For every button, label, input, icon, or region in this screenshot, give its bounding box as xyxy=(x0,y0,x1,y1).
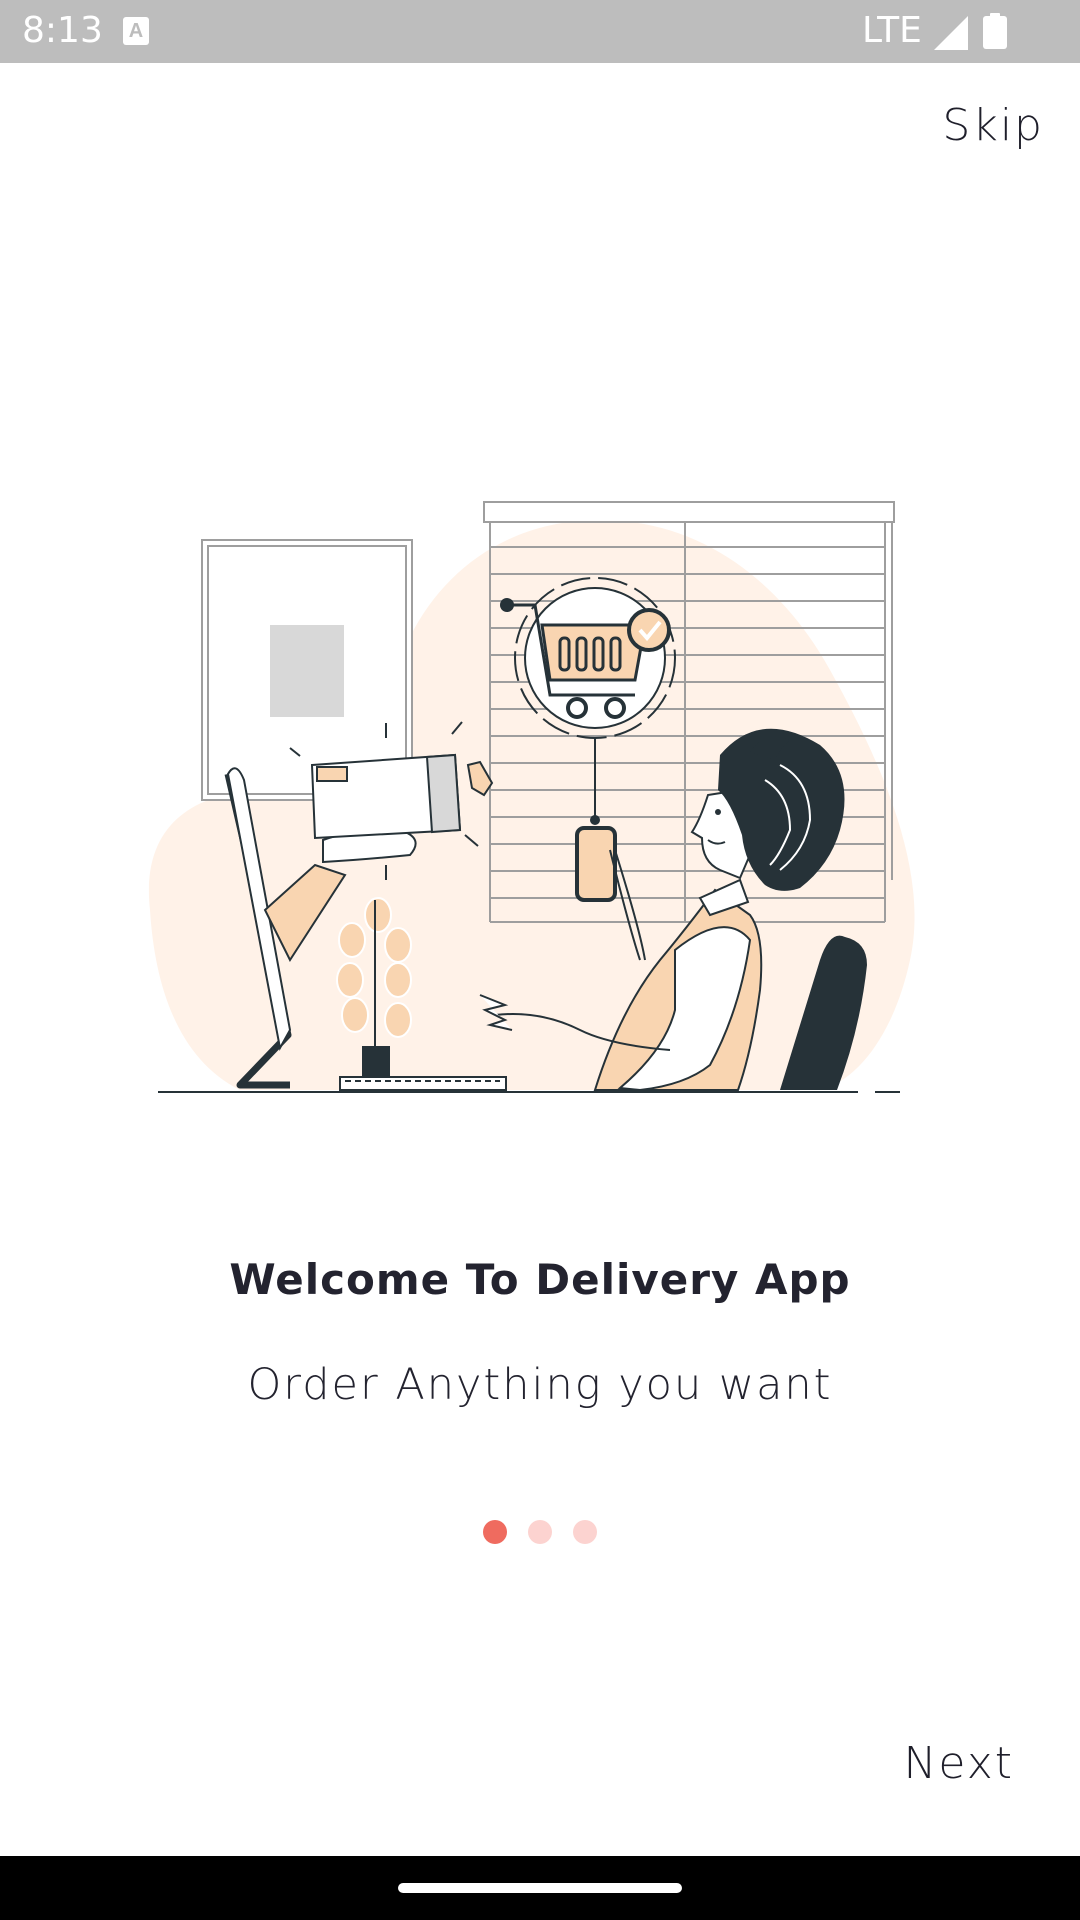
welcome-title: Welcome To Delivery App xyxy=(229,1255,851,1304)
welcome-subtitle: Order Anything you want xyxy=(247,1360,833,1410)
skip-button[interactable]: Skip xyxy=(942,100,1044,151)
status-time: 8:13 xyxy=(22,10,103,51)
status-bar: 8:13 A LTE xyxy=(0,0,1080,63)
page-dot-1[interactable] xyxy=(483,1520,507,1544)
battery-icon xyxy=(983,13,1007,49)
signal-icon xyxy=(934,16,968,50)
network-type: LTE xyxy=(862,10,922,51)
page-dot-2[interactable] xyxy=(528,1520,552,1544)
page-dot-3[interactable] xyxy=(573,1520,597,1544)
next-button[interactable]: Next xyxy=(903,1738,1014,1789)
home-gesture-handle[interactable] xyxy=(398,1883,682,1893)
page-indicator xyxy=(0,1520,1080,1544)
text-a-icon: A xyxy=(123,17,149,45)
online-shopping-illustration xyxy=(148,501,915,1093)
